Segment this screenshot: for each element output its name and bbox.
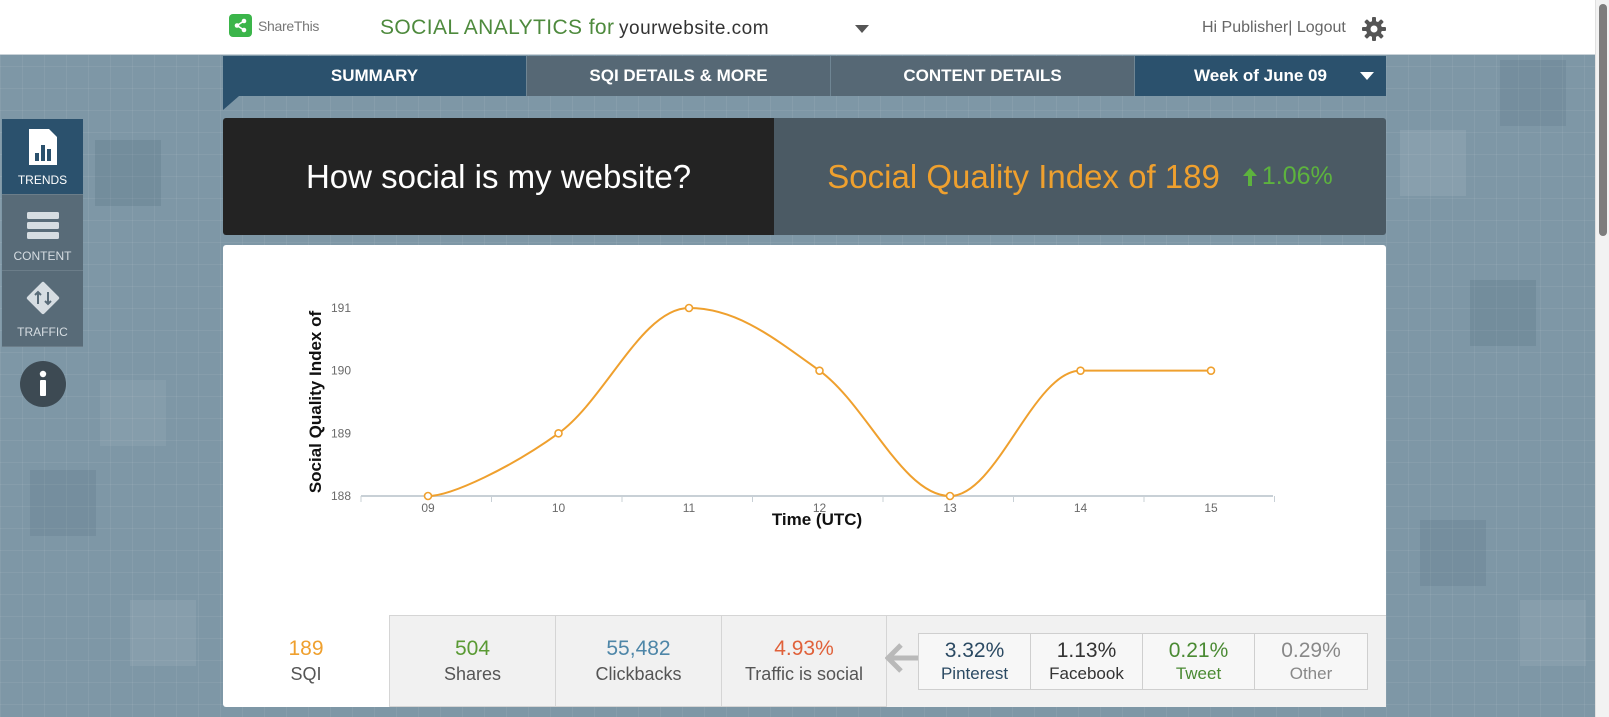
- stat-sqi-label: SQI: [290, 664, 322, 684]
- site-selector-value: yourwebsite.com: [619, 18, 770, 39]
- share-cell-tweet[interactable]: 0.21% Tweet: [1143, 634, 1255, 689]
- sharethis-logo[interactable]: ShareThis: [229, 14, 319, 37]
- sqi-headline: Social Quality Index of 189: [827, 157, 1220, 195]
- sidebar-item-label: TRENDS: [17, 173, 68, 187]
- shares-breakdown: 3.32% Pinterest 1.13% Facebook 0.21% Twe…: [918, 633, 1368, 690]
- greeting-link[interactable]: Hi Publisher: [1202, 19, 1288, 36]
- stat-traffic[interactable]: 4.93% Traffic is social: [721, 615, 887, 707]
- sqi-delta-value: 1.06%: [1261, 162, 1333, 190]
- arrow-up-icon: [1242, 167, 1257, 186]
- chevron-down-icon: [1360, 72, 1374, 80]
- sqi-data-point: [1206, 366, 1216, 375]
- sqi-data-point: [684, 303, 694, 313]
- sidebar-item-label: CONTENT: [13, 249, 72, 263]
- stat-clickbacks-label: Clickbacks: [595, 664, 682, 684]
- sqi-data-point: [1076, 366, 1085, 375]
- sidebar-item-label: TRAFFIC: [17, 325, 68, 339]
- stats-row: 189 SQI 504 Shares 55,482 Clickbacks 4.9…: [223, 615, 1386, 707]
- banner-sqi-panel: Social Quality Index of 189 1.06%: [774, 118, 1386, 235]
- sqi-line-chart: 09 10 11 12 13 14 15188189190191Time (UTC)Soci…: [306, 301, 1275, 529]
- info-button[interactable]: [19, 361, 66, 407]
- traffic-icon: [26, 281, 59, 315]
- stat-traffic-value: 4.93%: [774, 637, 834, 660]
- week-selector[interactable]: Week of June 09: [1135, 56, 1386, 96]
- user-links: Hi Publisher| Logout: [1202, 19, 1346, 37]
- logo-text: ShareThis: [258, 17, 320, 34]
- top-bar: ShareThis SOCIAL ANALYTICS for yourwebsi…: [0, 0, 1609, 55]
- sqi-data-point: [554, 429, 563, 438]
- x-tick-label: 13: [943, 501, 957, 515]
- sqi-data-point: [815, 366, 824, 375]
- stat-traffic-label: Traffic is social: [744, 664, 864, 684]
- y-tick-label: 189: [331, 426, 351, 440]
- info-icon: [39, 370, 46, 396]
- y-axis-title: Social Quality Index of: [306, 311, 325, 494]
- left-sidebar: TRENDS CONTENT TRAFFIC: [2, 119, 83, 407]
- x-tick-label: 14: [1074, 501, 1088, 515]
- tab-content-details[interactable]: CONTENT DETAILS: [831, 56, 1135, 96]
- share-pct: 0.29%: [1281, 639, 1341, 662]
- share-cell-other[interactable]: 0.29% Other: [1255, 634, 1367, 689]
- share-pct: 3.32%: [944, 639, 1005, 662]
- stat-shares[interactable]: 504 Shares: [389, 615, 556, 707]
- summary-banner: How social is my website? Social Quality…: [223, 118, 1386, 235]
- x-tick-label: 10: [552, 501, 566, 515]
- share-name: Facebook: [1049, 664, 1124, 683]
- share-name: Tweet: [1175, 664, 1222, 683]
- x-axis-title: Time (UTC): [772, 510, 862, 529]
- active-tab-pointer: [223, 96, 239, 110]
- stat-shares-label: Shares: [443, 664, 502, 684]
- sqi-delta: 1.06%: [1242, 162, 1333, 191]
- tab-summary[interactable]: SUMMARY: [223, 56, 527, 96]
- banner-question-panel: How social is my website?: [223, 118, 774, 235]
- gear-icon[interactable]: [1361, 16, 1387, 42]
- stat-sqi-value: 189: [288, 637, 324, 660]
- share-name: Other: [1289, 664, 1333, 683]
- y-tick-label: 190: [331, 364, 351, 378]
- trends-icon: [28, 129, 57, 165]
- content-icon: [26, 212, 59, 239]
- x-tick-label: 09: [421, 501, 435, 515]
- y-tick-label: 188: [331, 489, 351, 503]
- share-name: Pinterest: [940, 664, 1009, 683]
- share-icon: [229, 14, 252, 37]
- chevron-down-icon: [855, 25, 869, 33]
- chart-card: 09 10 11 12 13 14 15 188 189 190 191 Time (UTC) Soci…: [223, 245, 1386, 707]
- banner-question: How social is my website?: [305, 157, 692, 195]
- app-title: SOCIAL ANALYTICS for: [380, 16, 615, 39]
- share-cell-facebook[interactable]: 1.13% Facebook: [1031, 634, 1143, 689]
- sqi-data-point: [423, 491, 433, 501]
- page-scrollbar[interactable]: [1595, 0, 1609, 717]
- stat-clickbacks-value: 55,482: [606, 637, 671, 660]
- share-cell-pinterest[interactable]: 3.32% Pinterest: [919, 634, 1031, 689]
- x-tick-label: 11: [683, 501, 696, 515]
- sidebar-item-trends[interactable]: TRENDS: [2, 119, 83, 195]
- main-tabs: SUMMARY SQI DETAILS & MORE CONTENT DETAI…: [223, 56, 1386, 96]
- sqi-series-line: [427, 306, 1211, 498]
- sidebar-item-traffic[interactable]: TRAFFIC: [2, 271, 83, 347]
- arrow-left-icon: [885, 643, 919, 673]
- logout-link[interactable]: | Logout: [1288, 19, 1346, 36]
- stat-clickbacks[interactable]: 55,482 Clickbacks: [555, 615, 722, 707]
- sqi-data-point: [945, 491, 955, 501]
- site-selector[interactable]: yourwebsite.com: [619, 16, 869, 42]
- scrollbar-thumb[interactable]: [1599, 4, 1607, 236]
- sidebar-item-content[interactable]: CONTENT: [2, 195, 83, 271]
- stat-shares-value: 504: [454, 637, 491, 660]
- share-pct: 1.13%: [1056, 639, 1117, 662]
- week-selector-value: Week of June 09: [1194, 66, 1327, 85]
- share-pct: 0.21%: [1168, 639, 1229, 662]
- tab-sqi-details[interactable]: SQI DETAILS & MORE: [527, 56, 831, 96]
- y-tick-label: 191: [331, 301, 351, 315]
- x-tick-label: 15: [1204, 501, 1218, 515]
- stat-sqi: 189 SQI: [223, 615, 389, 707]
